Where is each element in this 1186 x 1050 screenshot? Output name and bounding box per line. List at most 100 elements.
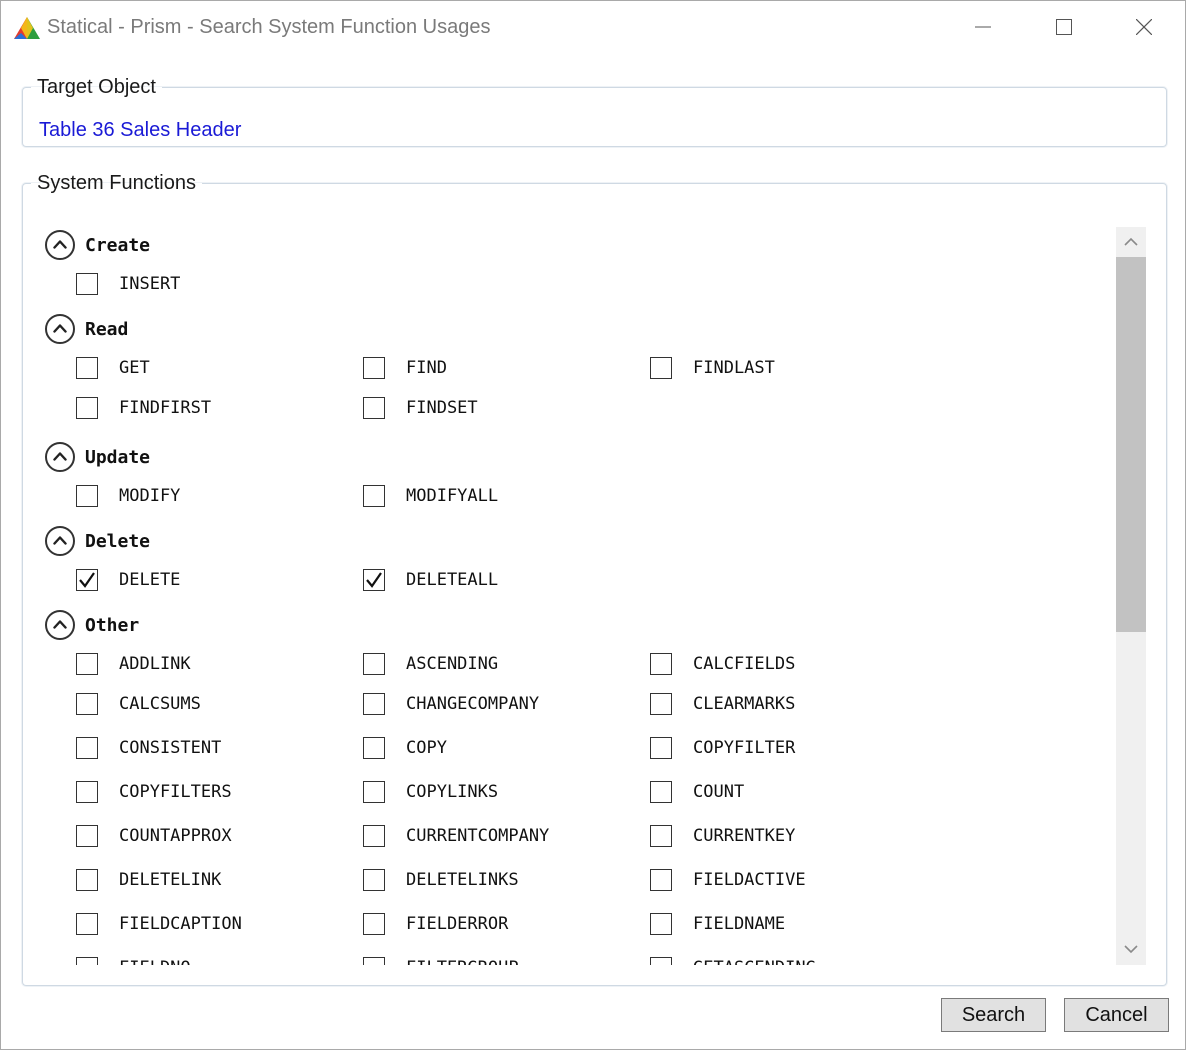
- checkbox[interactable]: [76, 869, 98, 891]
- checkbox-label: CONSISTENT: [119, 738, 222, 758]
- checkbox-label: FIELDNAME: [693, 914, 786, 934]
- checkbox-label: FIELDACTIVE: [693, 870, 806, 890]
- section-update: Update MODIFY MODIFYALL: [22, 439, 1115, 523]
- checkbox-label: GETASCENDING: [693, 957, 816, 965]
- checkbox[interactable]: [76, 357, 98, 379]
- checkbox-label: GET: [119, 358, 150, 378]
- search-button[interactable]: Search: [941, 998, 1046, 1032]
- checkmark-icon: [366, 572, 382, 588]
- checkbox[interactable]: [650, 781, 672, 803]
- checkbox[interactable]: [76, 273, 98, 295]
- checkbox[interactable]: [363, 569, 385, 591]
- close-button[interactable]: [1124, 13, 1164, 43]
- checkbox[interactable]: [363, 653, 385, 675]
- scroll-down-button[interactable]: [1116, 935, 1146, 965]
- section-create: Create INSERT: [22, 227, 1115, 311]
- checkbox[interactable]: [650, 653, 672, 675]
- checkbox-label: FIELDNO: [119, 957, 191, 965]
- checkmark-icon: [79, 572, 95, 588]
- section-label: Other: [85, 615, 140, 636]
- window-title: Statical - Prism - Search System Functio…: [47, 16, 491, 38]
- checkbox[interactable]: [363, 397, 385, 419]
- checkbox-label: DELETELINK: [119, 870, 222, 890]
- checkbox-label: FIELDERROR: [406, 914, 509, 934]
- checkbox-label: CALCSUMS: [119, 694, 201, 714]
- collapse-toggle-button[interactable]: [45, 230, 75, 260]
- vertical-scrollbar[interactable]: [1116, 227, 1146, 965]
- checkbox-row: CONSISTENT COPY COPYFILTER: [22, 731, 1115, 775]
- checkbox-label: COUNTAPPROX: [119, 826, 232, 846]
- checkbox-row: FINDFIRST FINDSET: [22, 391, 1115, 435]
- section-label: Update: [85, 447, 151, 468]
- checkbox-row: COUNTAPPROX CURRENTCOMPANY CURRENTKEY: [22, 819, 1115, 863]
- checkbox[interactable]: [363, 825, 385, 847]
- checkbox[interactable]: [363, 913, 385, 935]
- checkbox[interactable]: [76, 957, 98, 965]
- checkbox[interactable]: [363, 869, 385, 891]
- checkbox-label: DELETELINKS: [406, 870, 519, 890]
- checkbox[interactable]: [363, 781, 385, 803]
- checkbox[interactable]: [76, 693, 98, 715]
- chevron-up-icon: [53, 240, 67, 249]
- checkbox-label: CALCFIELDS: [693, 654, 796, 674]
- checkbox[interactable]: [650, 357, 672, 379]
- section-header: Other: [22, 607, 1115, 647]
- maximize-icon: [1056, 19, 1072, 35]
- checkbox[interactable]: [363, 957, 385, 965]
- checkbox[interactable]: [76, 737, 98, 759]
- system-functions-list[interactable]: Create INSERT Read GET FIND FINDLAST FINDFIRST…: [22, 227, 1115, 965]
- section-other: Other ADDLINK ASCENDING CALCFIELDS CALCSUMS C…: [22, 607, 1115, 965]
- cancel-button[interactable]: Cancel: [1064, 998, 1169, 1032]
- close-icon: [1136, 19, 1152, 35]
- checkbox-label: MODIFYALL: [406, 486, 499, 506]
- checkbox[interactable]: [650, 737, 672, 759]
- section-label: Delete: [85, 531, 151, 552]
- checkbox-label: COPYFILTER: [693, 738, 796, 758]
- collapse-toggle-button[interactable]: [45, 314, 75, 344]
- checkbox[interactable]: [650, 693, 672, 715]
- checkbox[interactable]: [363, 357, 385, 379]
- section-header: Update: [22, 439, 1115, 479]
- checkbox[interactable]: [650, 869, 672, 891]
- section-label: Read: [85, 319, 129, 340]
- target-object-link[interactable]: Table 36 Sales Header: [39, 119, 241, 142]
- checkbox-label: CLEARMARKS: [693, 694, 796, 714]
- chevron-up-icon: [53, 536, 67, 545]
- checkbox-label: CHANGECOMPANY: [406, 694, 540, 714]
- scroll-up-button[interactable]: [1116, 227, 1146, 257]
- checkbox[interactable]: [363, 737, 385, 759]
- checkbox[interactable]: [650, 825, 672, 847]
- checkbox[interactable]: [363, 485, 385, 507]
- section-label: Create: [85, 235, 151, 256]
- checkbox[interactable]: [650, 957, 672, 965]
- chevron-up-icon: [53, 620, 67, 629]
- checkbox[interactable]: [76, 397, 98, 419]
- section-read: Read GET FIND FINDLAST FINDFIRST FINDSET: [22, 311, 1115, 439]
- prism-logo-icon: [14, 17, 40, 39]
- checkbox[interactable]: [363, 693, 385, 715]
- checkbox[interactable]: [76, 825, 98, 847]
- section-delete: Delete DELETE DELETEALL: [22, 523, 1115, 607]
- checkbox[interactable]: [650, 913, 672, 935]
- minimize-button[interactable]: [963, 13, 1003, 43]
- checkbox-row: DELETELINK DELETELINKS FIELDACTIVE: [22, 863, 1115, 907]
- scroll-thumb[interactable]: [1116, 257, 1146, 632]
- section-header: Create: [22, 227, 1115, 267]
- collapse-toggle-button[interactable]: [45, 526, 75, 556]
- checkbox-label: INSERT: [119, 274, 181, 294]
- collapse-toggle-button[interactable]: [45, 610, 75, 640]
- checkbox[interactable]: [76, 569, 98, 591]
- checkbox-label: FINDLAST: [693, 358, 775, 378]
- maximize-button[interactable]: [1044, 13, 1084, 43]
- collapse-toggle-button[interactable]: [45, 442, 75, 472]
- title-bar[interactable]: Statical - Prism - Search System Functio…: [1, 1, 1185, 55]
- checkbox-row: GET FIND FINDLAST: [22, 351, 1115, 391]
- checkbox-label: FIELDCAPTION: [119, 914, 242, 934]
- checkbox[interactable]: [76, 913, 98, 935]
- checkbox-label: FINDFIRST: [119, 398, 212, 418]
- checkbox[interactable]: [76, 781, 98, 803]
- checkbox-label: FIND: [406, 358, 447, 378]
- checkbox[interactable]: [76, 485, 98, 507]
- checkbox-label: CURRENTKEY: [693, 826, 796, 846]
- checkbox[interactable]: [76, 653, 98, 675]
